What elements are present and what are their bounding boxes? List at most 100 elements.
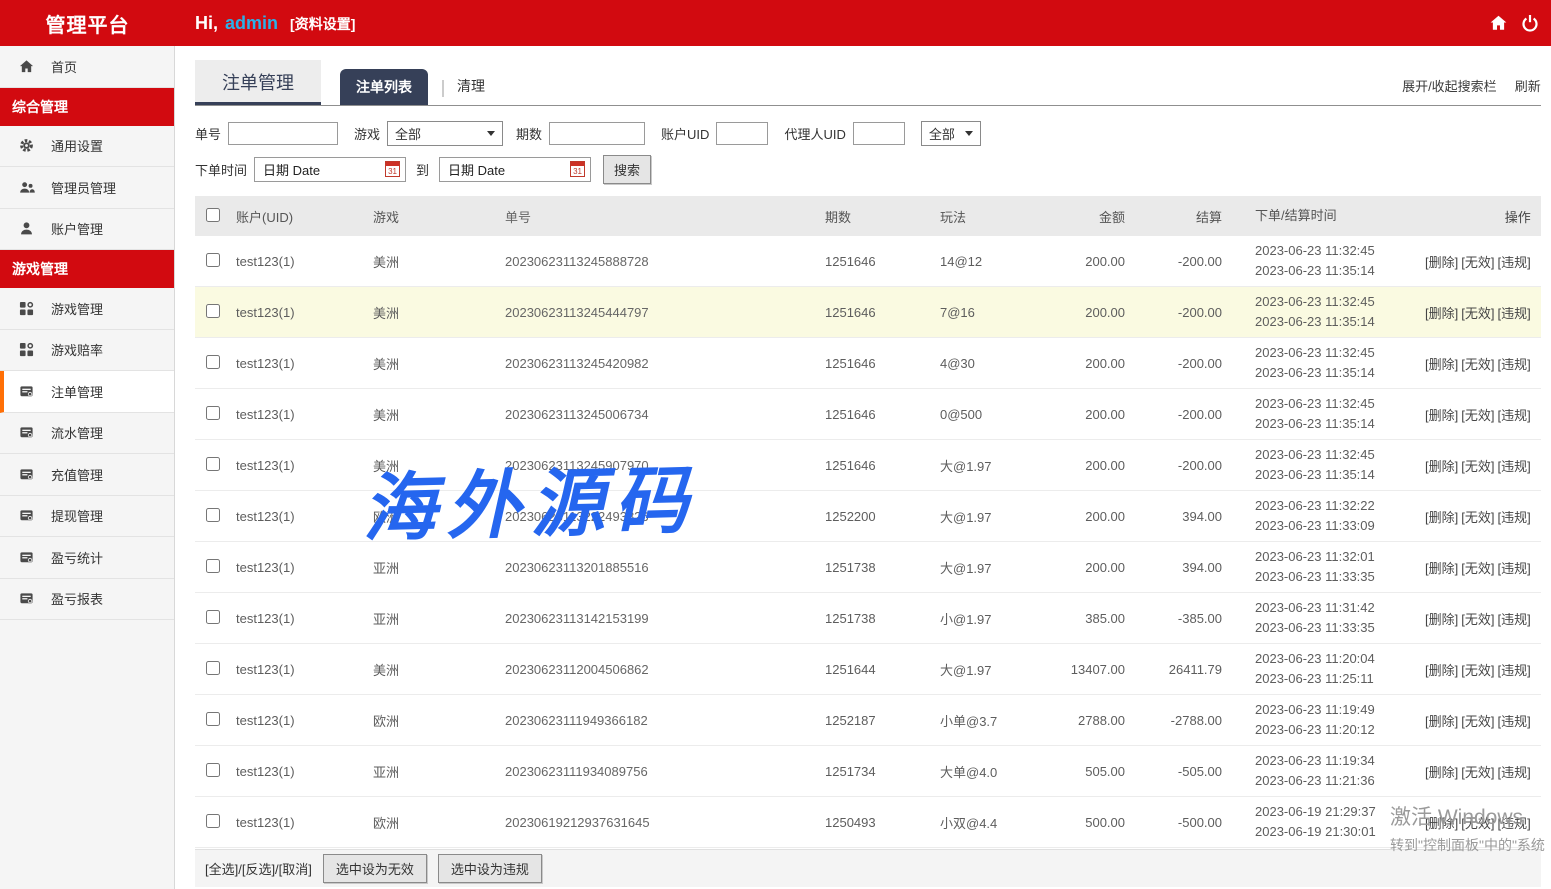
home-icon[interactable] [1489,14,1508,32]
page-tab-order-management[interactable]: 注单管理 [195,60,321,105]
sidebar-item[interactable]: 游戏管理 [0,288,174,330]
delete-link[interactable]: [删除] [1425,765,1458,780]
cell-amount: 200.00 [1030,560,1125,575]
delete-link[interactable]: [删除] [1425,612,1458,627]
cell-account: test123(1) [236,509,373,524]
select-all-checkbox[interactable] [206,208,220,222]
invalid-link[interactable]: [无效] [1461,357,1494,372]
table-row: test123(1)欧洲202306231119493661821252187小… [195,695,1541,746]
cell-actions: [删除][无效][违规] [1422,762,1541,781]
tab-order-list[interactable]: 注单列表 [340,69,428,105]
row-checkbox[interactable] [206,763,220,777]
sidebar-item[interactable]: 盈亏统计 [0,537,174,579]
cell-period: 1252200 [825,509,940,524]
delete-link[interactable]: [删除] [1425,459,1458,474]
row-checkbox[interactable] [206,610,220,624]
invalid-link[interactable]: [无效] [1461,816,1494,831]
set-violation-button[interactable]: 选中设为违规 [438,854,542,883]
violation-link[interactable]: [违规] [1497,714,1530,729]
cell-time: 2023-06-23 11:19:492023-06-23 11:20:12 [1222,700,1422,740]
search-button[interactable]: 搜索 [603,155,651,184]
row-checkbox[interactable] [206,661,220,675]
cell-period: 1251646 [825,356,940,371]
delete-link[interactable]: [删除] [1425,510,1458,525]
invalid-link[interactable]: [无效] [1461,663,1494,678]
row-checkbox[interactable] [206,508,220,522]
delete-link[interactable]: [删除] [1425,561,1458,576]
select-all-links[interactable]: [全选]/[反选]/[取消] [205,859,312,878]
delete-link[interactable]: [删除] [1425,663,1458,678]
invalid-link[interactable]: [无效] [1461,765,1494,780]
row-checkbox[interactable] [206,457,220,471]
settle-time: 2023-06-23 11:21:36 [1255,771,1422,791]
violation-link[interactable]: [违规] [1497,765,1530,780]
sidebar-item[interactable]: 提现管理 [0,496,174,538]
sidebar-item[interactable]: 账户管理 [0,209,174,251]
invalid-link[interactable]: [无效] [1461,714,1494,729]
violation-link[interactable]: [违规] [1497,663,1530,678]
invalid-link[interactable]: [无效] [1461,459,1494,474]
settle-time: 2023-06-23 11:20:12 [1255,720,1422,740]
account-uid-input[interactable] [716,122,768,145]
invalid-link[interactable]: [无效] [1461,408,1494,423]
delete-link[interactable]: [删除] [1425,816,1458,831]
date-from-input[interactable]: 日期 Date [254,157,406,182]
row-checkbox[interactable] [206,712,220,726]
violation-link[interactable]: [违规] [1497,459,1530,474]
sidebar-item[interactable]: 注单管理 [0,371,174,413]
greeting: Hi, admin [资料设置] [195,13,355,34]
cell-actions: [删除][无效][违规] [1422,252,1541,271]
profile-settings-link[interactable]: [资料设置] [290,14,355,34]
violation-link[interactable]: [违规] [1497,255,1530,270]
refresh-link[interactable]: 刷新 [1515,76,1541,95]
date-to-input[interactable]: 日期 Date [439,157,591,182]
set-invalid-button[interactable]: 选中设为无效 [323,854,427,883]
violation-link[interactable]: [违规] [1497,408,1530,423]
violation-link[interactable]: [违规] [1497,510,1530,525]
sidebar-item[interactable]: 盈亏报表 [0,579,174,621]
cell-actions: [删除][无效][违规] [1422,813,1541,832]
violation-link[interactable]: [违规] [1497,561,1530,576]
order-no-input[interactable] [228,122,338,145]
violation-link[interactable]: [违规] [1497,816,1530,831]
delete-link[interactable]: [删除] [1425,714,1458,729]
row-checkbox[interactable] [206,406,220,420]
row-checkbox[interactable] [206,304,220,318]
invalid-link[interactable]: [无效] [1461,306,1494,321]
row-checkbox-cell [195,814,236,831]
sidebar-item[interactable]: 游戏赔率 [0,330,174,372]
tab-clean[interactable]: 清理 [457,76,485,105]
sidebar-item[interactable]: 通用设置 [0,126,174,168]
sidebar-item[interactable]: 充值管理 [0,454,174,496]
invalid-link[interactable]: [无效] [1461,510,1494,525]
invalid-link[interactable]: [无效] [1461,612,1494,627]
col-period: 期数 [825,207,940,226]
delete-link[interactable]: [删除] [1425,255,1458,270]
power-icon[interactable] [1521,14,1539,32]
settle-time: 2023-06-23 11:35:14 [1255,363,1422,383]
row-checkbox[interactable] [206,814,220,828]
invalid-link[interactable]: [无效] [1461,561,1494,576]
game-select[interactable]: 全部 [387,121,503,146]
violation-link[interactable]: [违规] [1497,357,1530,372]
violation-link[interactable]: [违规] [1497,612,1530,627]
delete-link[interactable]: [删除] [1425,357,1458,372]
row-checkbox[interactable] [206,253,220,267]
sidebar-item[interactable]: 流水管理 [0,413,174,455]
grid-icon [18,342,35,357]
invalid-link[interactable]: [无效] [1461,255,1494,270]
status-select[interactable]: 全部 [921,121,981,146]
delete-link[interactable]: [删除] [1425,306,1458,321]
agent-uid-input[interactable] [853,122,905,145]
toggle-search-link[interactable]: 展开/收起搜索栏 [1402,76,1497,95]
delete-link[interactable]: [删除] [1425,408,1458,423]
cell-period: 1250493 [825,815,940,830]
row-checkbox[interactable] [206,355,220,369]
row-checkbox[interactable] [206,559,220,573]
cell-play: 大单@4.0 [940,762,1030,781]
violation-link[interactable]: [违规] [1497,306,1530,321]
period-input[interactable] [549,122,645,145]
sidebar-item[interactable]: 管理员管理 [0,167,174,209]
cell-time: 2023-06-23 11:32:452023-06-23 11:35:14 [1222,445,1422,485]
sidebar-item[interactable]: 首页 [0,46,174,88]
